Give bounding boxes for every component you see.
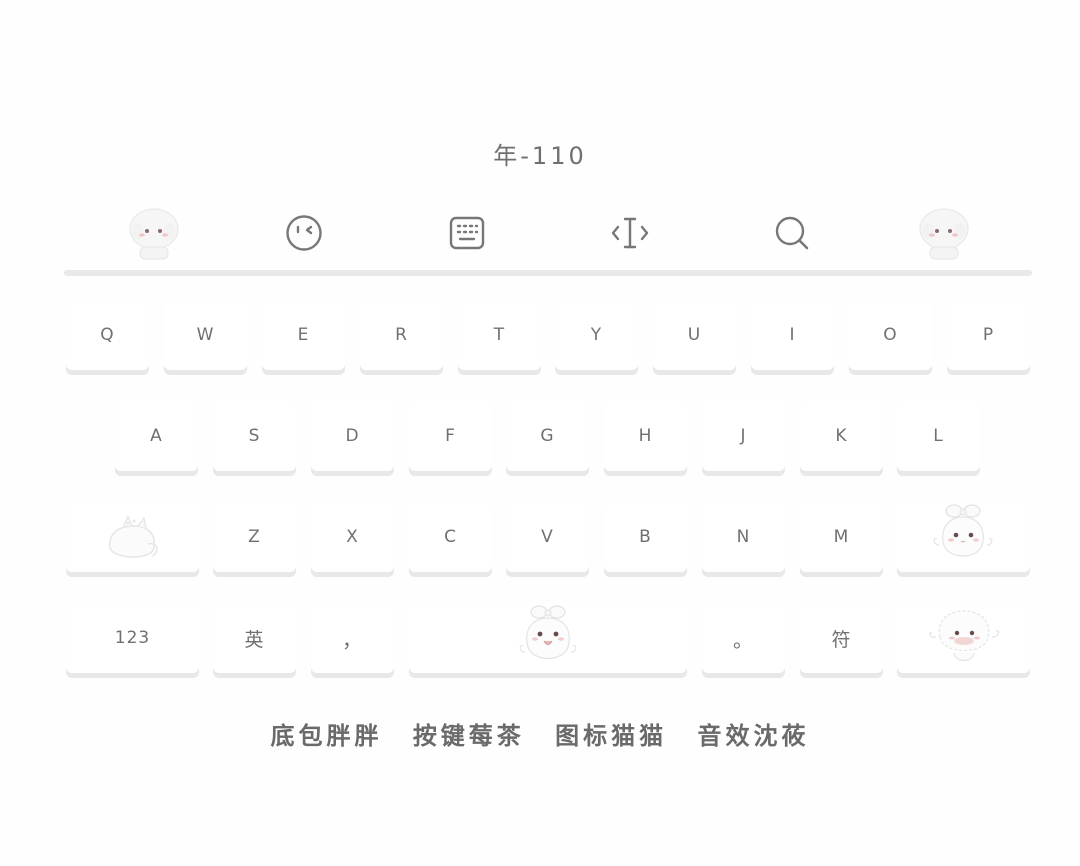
key-w[interactable]: W xyxy=(164,300,247,370)
key-t[interactable]: T xyxy=(458,300,541,370)
key-a[interactable]: A xyxy=(115,401,198,471)
key-label: I xyxy=(789,325,796,345)
key-label: 英 xyxy=(244,628,265,651)
key-i[interactable]: I xyxy=(751,300,834,370)
space-key[interactable] xyxy=(409,603,687,673)
key-label: ， xyxy=(342,627,363,652)
key-label: X xyxy=(346,527,359,547)
key-label: C xyxy=(444,527,457,547)
period-key[interactable]: 。 xyxy=(702,603,785,673)
credit-base: 底包胖胖 xyxy=(270,722,383,750)
mascot-left-icon[interactable] xyxy=(118,200,188,266)
key-label: O xyxy=(883,325,898,345)
key-label: D xyxy=(345,426,360,446)
key-o[interactable]: O xyxy=(849,300,932,370)
key-label: T xyxy=(493,325,506,345)
bunny-bow-icon xyxy=(933,504,992,557)
key-label: J xyxy=(740,426,747,446)
key-label: Y xyxy=(590,325,603,345)
key-d[interactable]: D xyxy=(311,401,394,471)
key-label: V xyxy=(541,527,554,547)
key-j[interactable]: J xyxy=(702,401,785,471)
credit-sound: 音效沈莜 xyxy=(697,722,810,750)
key-label: R xyxy=(395,325,408,345)
key-z[interactable]: Z xyxy=(213,502,296,572)
key-f[interactable]: F xyxy=(409,401,492,471)
key-label: Q xyxy=(100,325,115,345)
skin-title: 年-110 xyxy=(493,142,587,170)
language-switch-key[interactable]: 英 xyxy=(213,603,296,673)
key-label: 。 xyxy=(733,627,754,652)
key-label: H xyxy=(638,426,653,446)
keyboard-icon[interactable] xyxy=(432,200,502,266)
key-label: N xyxy=(736,527,751,547)
key-x[interactable]: X xyxy=(311,502,394,572)
key-label: K xyxy=(835,426,848,446)
delete-key[interactable] xyxy=(897,502,1030,572)
key-label: E xyxy=(297,325,310,345)
shift-key[interactable] xyxy=(66,502,199,572)
key-label: 123 xyxy=(114,628,151,648)
key-label: A xyxy=(150,426,163,446)
key-y[interactable]: Y xyxy=(555,300,638,370)
key-b[interactable]: B xyxy=(604,502,687,572)
key-label: G xyxy=(540,426,555,446)
credit-icons: 图标猫猫 xyxy=(555,722,668,750)
key-p[interactable]: P xyxy=(947,300,1030,370)
comma-key[interactable]: ， xyxy=(311,603,394,673)
key-u[interactable]: U xyxy=(653,300,736,370)
fluffy-cat-icon xyxy=(928,610,999,662)
key-e[interactable]: E xyxy=(262,300,345,370)
key-r[interactable]: R xyxy=(360,300,443,370)
key-v[interactable]: V xyxy=(506,502,589,572)
bunny-space-icon xyxy=(519,605,577,660)
key-label: P xyxy=(982,325,995,345)
credits: 底包胖胖 按键莓茶 图标猫猫 音效沈莜 xyxy=(0,716,1080,751)
key-l[interactable]: L xyxy=(897,401,980,471)
search-icon[interactable] xyxy=(757,200,827,266)
keyboard-skin-preview: 年-110 Q W E R T Y U I O P A S D F G H J … xyxy=(0,0,1080,866)
key-label: W xyxy=(196,325,215,345)
mascot-right-icon[interactable] xyxy=(908,200,978,266)
key-label: 符 xyxy=(831,628,852,651)
enter-key[interactable] xyxy=(897,603,1030,673)
cat-sleeping-icon xyxy=(108,514,158,558)
emoji-icon[interactable] xyxy=(269,200,339,266)
key-q[interactable]: Q xyxy=(66,300,149,370)
key-n[interactable]: N xyxy=(702,502,785,572)
key-m[interactable]: M xyxy=(800,502,883,572)
key-s[interactable]: S xyxy=(213,401,296,471)
key-label: M xyxy=(833,527,850,547)
key-h[interactable]: H xyxy=(604,401,687,471)
cursor-move-icon[interactable] xyxy=(595,200,665,266)
key-g[interactable]: G xyxy=(506,401,589,471)
key-label: Z xyxy=(248,527,261,547)
key-k[interactable]: K xyxy=(800,401,883,471)
key-label: U xyxy=(687,325,702,345)
key-label: S xyxy=(248,426,261,446)
key-label: B xyxy=(639,527,652,547)
symbols-key[interactable]: 符 xyxy=(800,603,883,673)
numbers-key[interactable]: 123 xyxy=(66,603,199,673)
credit-keys: 按键莓茶 xyxy=(412,722,525,750)
key-c[interactable]: C xyxy=(409,502,492,572)
key-label: L xyxy=(933,426,944,446)
key-label: F xyxy=(445,426,456,446)
toolbar-divider xyxy=(64,270,1032,276)
